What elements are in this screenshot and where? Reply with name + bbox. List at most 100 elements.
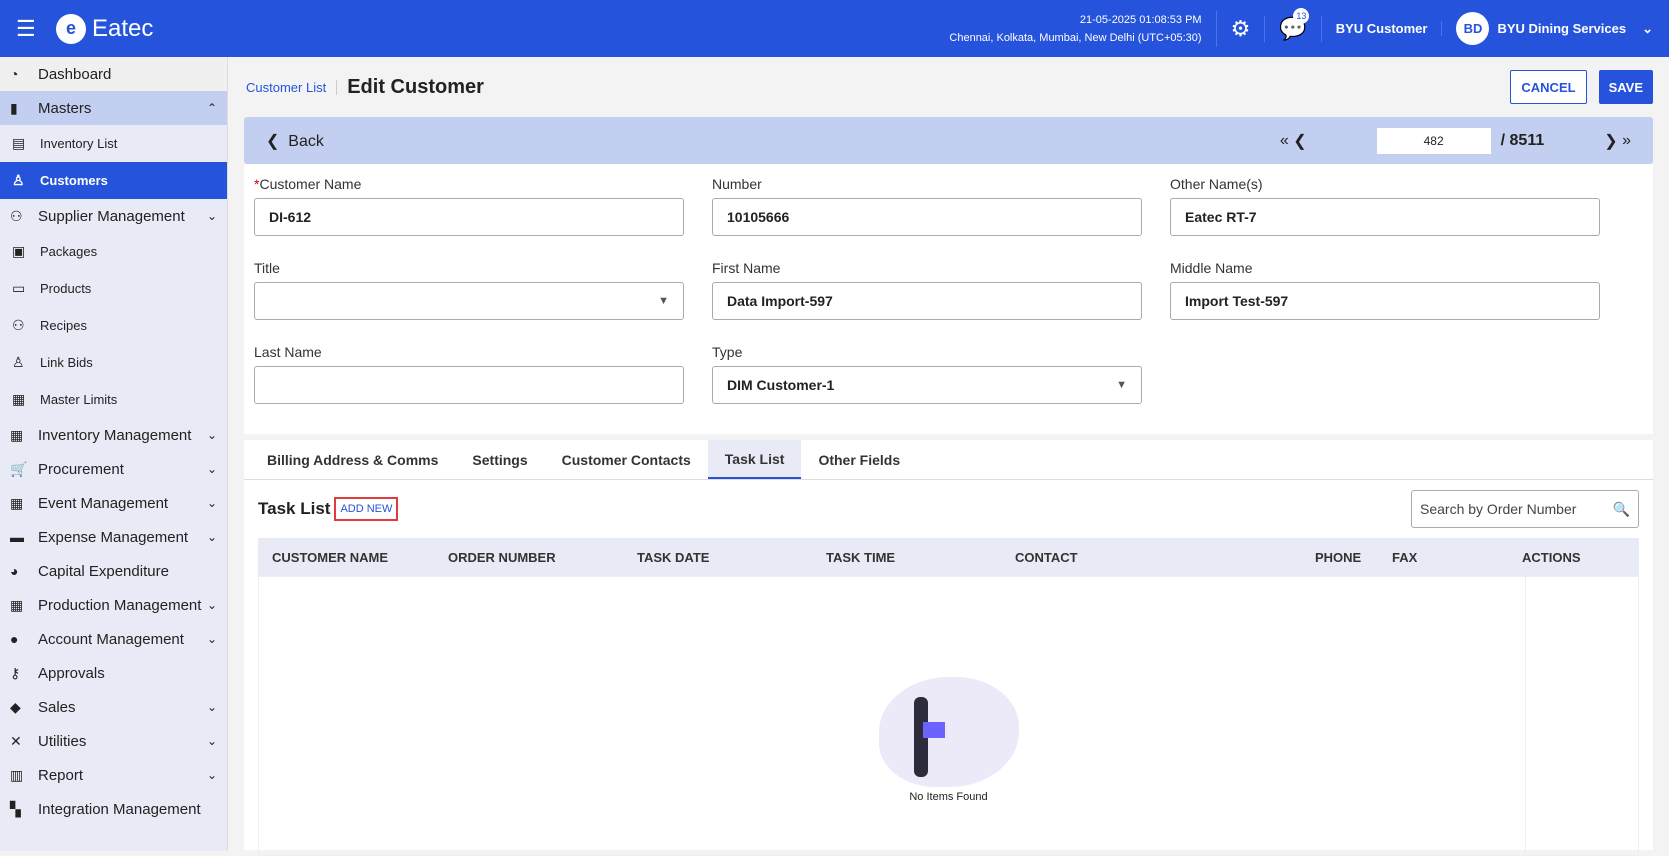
last-name-input[interactable] — [254, 366, 684, 404]
dropdown-arrow-icon: ▼ — [658, 295, 669, 307]
link-bids-icon: ♙ — [12, 354, 25, 370]
sidebar: ◔ Dashboard ▮ Masters ⌃ ▤ Inventory List ♙ Custo… — [0, 57, 228, 851]
sidebar-item-expense-management[interactable]: ▬ Expense Management ⌄ — [0, 520, 227, 554]
prev-record-icon[interactable]: ❮ — [1293, 131, 1306, 151]
chevron-left-icon: ❮ — [266, 132, 280, 150]
sidebar-item-label: Recipes — [40, 318, 87, 333]
org-switcher[interactable]: BD BYU Dining Services ⌄ — [1442, 12, 1653, 45]
middle-name-input[interactable]: Import Test-597 — [1170, 282, 1600, 320]
chevron-down-icon[interactable]: ⌄ — [207, 496, 217, 510]
sidebar-item-inventory-list[interactable]: ▤ Inventory List — [0, 125, 227, 162]
cancel-button[interactable]: CANCEL — [1510, 70, 1587, 104]
masters-icon: ▮ — [10, 99, 18, 116]
sidebar-item-recipes[interactable]: ⚇ Recipes — [0, 307, 227, 344]
search-icon[interactable]: 🔍 — [1613, 501, 1630, 518]
sidebar-item-report[interactable]: ▥ Report ⌄ — [0, 758, 227, 792]
sidebar-item-label: Packages — [40, 244, 98, 259]
chevron-up-icon[interactable]: ⌃ — [207, 101, 217, 115]
first-record-icon[interactable]: « — [1280, 132, 1289, 150]
sidebar-item-supplier-management[interactable]: ⚇ Supplier Management ⌄ — [0, 199, 227, 233]
customers-icon: ♙ — [12, 172, 25, 188]
sidebar-item-customers[interactable]: ♙ Customers — [0, 162, 227, 199]
tab-customer-contacts[interactable]: Customer Contacts — [545, 440, 708, 479]
number-input[interactable]: 10105666 — [712, 198, 1142, 236]
first-name-label: First Name — [712, 260, 781, 276]
chevron-down-icon[interactable]: ⌄ — [207, 734, 217, 748]
sidebar-item-label: Account Management — [38, 630, 184, 648]
empty-state: No Items Found — [878, 677, 1019, 803]
sidebar-item-label: Integration Management — [38, 800, 201, 818]
chevron-down-icon[interactable]: ⌄ — [207, 598, 217, 612]
integration-management-icon: ▚ — [10, 800, 21, 817]
sidebar-item-capital-expenditure[interactable]: ◕ Capital Expenditure — [0, 554, 227, 588]
chevron-down-icon[interactable]: ⌄ — [207, 428, 217, 442]
col-phone: PHONE — [1315, 549, 1362, 565]
type-select[interactable]: DIM Customer-1 ▼ — [712, 366, 1142, 404]
sidebar-item-production-management[interactable]: ▦ Production Management ⌄ — [0, 588, 227, 622]
sidebar-item-label: Utilities — [38, 732, 87, 750]
logo-icon: e — [56, 13, 86, 44]
logo[interactable]: e Eatec — [56, 13, 154, 44]
sidebar-item-masters[interactable]: ▮ Masters ⌃ — [0, 91, 227, 125]
app-name: Eatec — [92, 14, 154, 42]
chevron-down-icon[interactable]: ⌄ — [207, 462, 217, 476]
back-button[interactable]: ❮ Back — [266, 131, 324, 151]
sidebar-item-dashboard[interactable]: ◔ Dashboard — [0, 57, 227, 91]
chevron-down-icon[interactable]: ⌄ — [207, 209, 217, 223]
sidebar-item-procurement[interactable]: 🛒 Procurement ⌄ — [0, 452, 227, 486]
avatar: BD — [1456, 12, 1490, 45]
breadcrumb-customer-list[interactable]: Customer List — [246, 79, 338, 95]
tab-other-fields[interactable]: Other Fields — [801, 440, 917, 479]
table-body: No Items Found — [258, 576, 1639, 856]
production-management-icon: ▦ — [10, 596, 24, 613]
menu-icon[interactable]: ☰ — [16, 16, 56, 42]
sidebar-item-master-limits[interactable]: ▦ Master Limits — [0, 381, 227, 418]
chevron-down-icon[interactable]: ⌄ — [207, 530, 217, 544]
event-management-icon: ▦ — [10, 494, 24, 511]
add-new-button[interactable]: ADD NEW — [334, 497, 399, 521]
settings-gear-icon[interactable]: ⚙ — [1217, 15, 1266, 42]
tab-settings[interactable]: Settings — [455, 440, 544, 479]
sidebar-item-account-management[interactable]: ● Account Management ⌄ — [0, 622, 227, 656]
customer-name-input[interactable]: DI-612 — [254, 198, 684, 236]
expense-management-icon: ▬ — [10, 529, 24, 545]
sidebar-item-label: Expense Management — [38, 528, 189, 546]
other-names-input[interactable]: Eatec RT-7 — [1170, 198, 1600, 236]
sidebar-item-integration-management[interactable]: ▚ Integration Management — [0, 792, 227, 826]
org-name: BYU Dining Services — [1497, 21, 1627, 36]
chevron-down-icon[interactable]: ⌄ — [207, 632, 217, 646]
last-record-icon[interactable]: » — [1622, 132, 1631, 150]
sidebar-item-event-management[interactable]: ▦ Event Management ⌄ — [0, 486, 227, 520]
capital-expenditure-icon: ◕ — [10, 563, 19, 579]
sidebar-item-link-bids[interactable]: ♙ Link Bids — [0, 344, 227, 381]
sidebar-item-approvals[interactable]: ⚷ Approvals — [0, 656, 227, 690]
chevron-down-icon[interactable]: ⌄ — [207, 700, 217, 714]
col-task-date: TASK DATE — [637, 549, 710, 565]
first-name-input[interactable]: Data Import-597 — [712, 282, 1142, 320]
chevron-down-icon: ⌄ — [1642, 20, 1653, 36]
customer-name-label: Customer Name — [259, 176, 362, 192]
next-record-icon[interactable]: ❯ — [1604, 131, 1617, 151]
user-name[interactable]: BYU Customer — [1322, 21, 1443, 36]
title-select[interactable]: ▼ — [254, 282, 684, 320]
col-customer-name: CUSTOMER NAME — [272, 549, 389, 565]
sidebar-item-inventory-management[interactable]: ▦ Inventory Management ⌄ — [0, 418, 227, 452]
col-order-number: ORDER NUMBER — [448, 549, 556, 565]
recipes-icon: ⚇ — [12, 317, 25, 333]
notifications-chat-icon[interactable]: 💬 13 — [1265, 7, 1322, 42]
sidebar-item-label: Production Management — [38, 596, 202, 614]
sidebar-item-products[interactable]: ▭ Products — [0, 270, 227, 307]
chevron-down-icon[interactable]: ⌄ — [207, 768, 217, 782]
tab-billing-address[interactable]: Billing Address & Comms — [250, 440, 455, 479]
sidebar-item-sales[interactable]: ◆ Sales ⌄ — [0, 690, 227, 724]
sidebar-item-utilities[interactable]: ✕ Utilities ⌄ — [0, 724, 227, 758]
sidebar-item-label: Customers — [40, 173, 108, 188]
save-button[interactable]: SAVE — [1598, 70, 1653, 104]
inventory-management-icon: ▦ — [10, 426, 24, 443]
search-input[interactable]: Search by Order Number 🔍 — [1411, 490, 1639, 528]
title-label: Title — [254, 260, 280, 276]
sidebar-item-packages[interactable]: ▣ Packages — [0, 233, 227, 270]
record-number-input[interactable]: 482 — [1376, 127, 1491, 154]
col-fax: FAX — [1392, 549, 1418, 565]
tab-task-list[interactable]: Task List — [707, 440, 802, 479]
